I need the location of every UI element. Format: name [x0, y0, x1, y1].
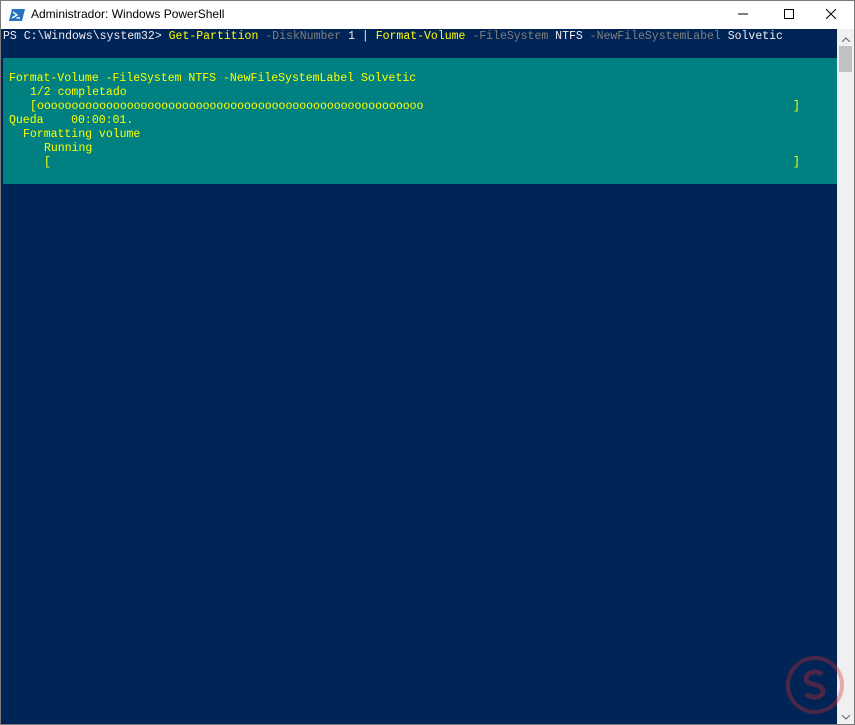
arg-disknumber: 1	[341, 30, 355, 43]
cmdlet-format-volume: Format-Volume	[375, 30, 466, 43]
scroll-up-button[interactable]	[837, 29, 854, 46]
command-line: PS C:\Windows\system32> Get-Partition -D…	[3, 30, 783, 44]
progress-panel: Format-Volume -FileSystem NTFS -NewFileS…	[3, 58, 837, 184]
sub-status: Running	[44, 142, 93, 155]
title-bar[interactable]: Administrador: Windows PowerShell	[1, 1, 854, 29]
sub-progress-bar-close: ]	[793, 156, 800, 169]
maximize-icon	[784, 6, 794, 24]
time-remaining: Queda 00:00:01.	[9, 114, 134, 127]
pipe-symbol: |	[355, 30, 376, 43]
param-filesystem: -FileSystem	[465, 30, 549, 43]
progress-status: 1/2 completado	[30, 86, 127, 99]
sub-activity: Formatting volume	[23, 128, 141, 141]
arg-label: Solvetic	[720, 30, 783, 43]
console-area[interactable]: PS C:\Windows\system32> Get-Partition -D…	[1, 29, 837, 724]
watermark-logo	[786, 656, 844, 714]
powershell-window: Administrador: Windows PowerShell PS C:\…	[0, 0, 855, 725]
param-label: -NewFileSystemLabel	[582, 30, 721, 43]
minimize-button[interactable]	[720, 1, 766, 29]
vertical-scrollbar[interactable]	[837, 29, 854, 724]
close-button[interactable]	[808, 1, 854, 29]
minimize-icon	[738, 6, 748, 24]
cmdlet-get-partition: Get-Partition	[168, 30, 259, 43]
scroll-up-icon	[841, 29, 850, 47]
prompt: PS C:\Windows\system32>	[3, 30, 169, 43]
progress-activity: Format-Volume -FileSystem NTFS -NewFileS…	[9, 72, 417, 85]
scroll-thumb[interactable]	[839, 46, 852, 72]
arg-filesystem: NTFS	[548, 30, 583, 43]
progress-bar-fill: oooooooooooooooooooooooooooooooooooooooo…	[37, 100, 424, 113]
progress-bar-open: [	[30, 100, 37, 113]
sub-progress-bar-open: [	[44, 156, 51, 169]
progress-bar-close: ]	[793, 100, 800, 113]
maximize-button[interactable]	[766, 1, 812, 29]
close-icon	[825, 6, 837, 24]
param-disknumber: -DiskNumber	[258, 30, 342, 43]
window-title: Administrador: Windows PowerShell	[31, 7, 225, 21]
powershell-icon	[9, 7, 25, 23]
